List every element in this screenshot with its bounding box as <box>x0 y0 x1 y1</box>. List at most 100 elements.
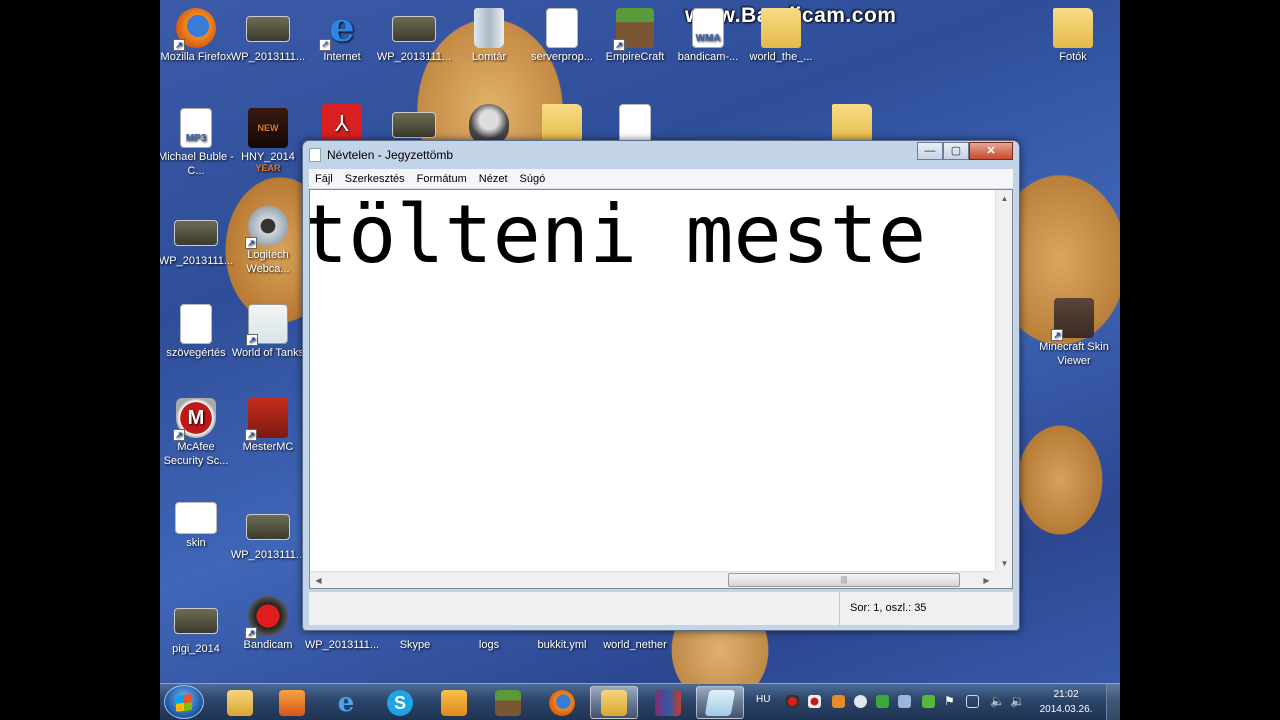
bandicam-icon: ↗ <box>245 596 288 639</box>
desktop-icon-document[interactable]: szövegértés <box>160 304 234 360</box>
desktop-icon-label: skin <box>186 537 206 549</box>
action-center-flag-icon[interactable]: ⚑ <box>944 695 957 708</box>
title-bar[interactable]: Névtelen - Jegyzettömb <box>309 141 929 169</box>
desktop-icon-photo[interactable]: pigi_2014 <box>160 600 234 656</box>
desktop-icon-document[interactable]: serverprop... <box>524 8 600 64</box>
menu-help[interactable]: Súgó <box>514 173 552 185</box>
horizontal-scrollbar[interactable]: ◀ ||| ▶ <box>310 571 995 588</box>
close-button[interactable]: ✕ <box>969 142 1013 160</box>
minimize-button[interactable]: — <box>917 142 943 160</box>
desktop-icon-mp3-file[interactable]: MP3 Michael Buble - C... <box>160 108 234 178</box>
skull-icon <box>469 104 509 144</box>
desktop-icon-photo[interactable]: WP_2013111... <box>376 8 452 64</box>
photo-thumbnail-icon <box>174 220 218 246</box>
horizontal-scroll-thumb[interactable]: ||| <box>728 573 960 587</box>
desktop-icon-label: bandicam-... <box>677 51 739 63</box>
start-button[interactable] <box>164 685 204 719</box>
sync-tray-icon[interactable] <box>876 695 889 708</box>
taskbar: e S HU ⚑ 🔈 🔉 21:02 2014.03.26. <box>160 683 1120 720</box>
winrar-icon <box>655 689 681 716</box>
taskbar-notepad[interactable] <box>696 686 744 719</box>
desktop-icon-logitech-webcam[interactable]: ↗ Logitech Webca... <box>230 206 306 276</box>
volume-icon[interactable]: 🔉 <box>1010 695 1025 708</box>
scroll-down-arrow-icon[interactable]: ▼ <box>996 555 1012 572</box>
volume-muted-icon[interactable]: 🔈 <box>990 695 1005 708</box>
clock[interactable]: 21:02 2014.03.26. <box>1036 687 1096 717</box>
taskbar-bookmark-folder[interactable] <box>590 686 638 719</box>
scroll-right-arrow-icon[interactable]: ▶ <box>978 572 995 588</box>
record-icon[interactable] <box>786 695 799 708</box>
photo-thumbnail-icon <box>174 608 218 634</box>
outlook-icon <box>441 689 467 716</box>
desktop-icon-internet-explorer[interactable]: e ↗ Internet <box>304 8 380 64</box>
mcafee-icon: M ↗ <box>173 398 216 441</box>
recycle-bin-icon <box>474 8 504 48</box>
desktop-icon-skype[interactable]: Skype <box>377 638 453 652</box>
desktop-icon-label: WP_2013111... <box>230 549 306 561</box>
maximize-button[interactable]: ▢ <box>943 142 969 160</box>
app-tray-icon[interactable] <box>832 695 845 708</box>
text-editor[interactable]: tölteni meste ▲ ▼ ◀ ||| ▶ <box>309 189 1013 589</box>
desktop-icon-folder[interactable]: world_the_... <box>743 8 819 64</box>
folder-icon <box>832 104 872 144</box>
shortcut-arrow-icon: ↗ <box>245 237 257 249</box>
shortcut-arrow-icon: ↗ <box>245 429 257 441</box>
desktop-icon-recycle-bin[interactable]: Lomtár <box>451 8 527 64</box>
desktop-icon-minecraft-skin-viewer[interactable]: ↗ Minecraft Skin Viewer <box>1036 298 1112 368</box>
desktop-icon-label: Fotók <box>1059 51 1087 63</box>
show-desktop-button[interactable] <box>1106 684 1120 720</box>
taskbar-media-player[interactable] <box>268 686 316 719</box>
network-device-tray-icon[interactable] <box>898 695 911 708</box>
notepad-window[interactable]: Névtelen - Jegyzettömb — ▢ ✕ Fájl Szerke… <box>302 140 1020 631</box>
image-thumbnail-icon <box>175 502 217 534</box>
webcam-tray-icon[interactable] <box>854 695 867 708</box>
scroll-up-arrow-icon[interactable]: ▲ <box>996 190 1012 207</box>
desktop-icon-world-nether[interactable]: world_nether <box>597 638 673 652</box>
taskbar-skype[interactable]: S <box>376 686 424 719</box>
desktop-icon-photo[interactable]: WP_2013111... <box>230 506 306 562</box>
bandicam-tray-icon[interactable] <box>808 695 821 708</box>
photo-thumbnail-icon <box>246 514 290 540</box>
desktop-icon-mestermc[interactable]: ↗ MesterMC <box>230 398 306 454</box>
desktop-icon-world-of-tanks[interactable]: ↗ World of Tanks <box>230 304 306 360</box>
language-indicator[interactable]: HU <box>756 694 770 705</box>
desktop-icon-label: EmpireCraft <box>605 51 665 63</box>
menu-edit[interactable]: Szerkesztés <box>339 173 411 185</box>
menu-file[interactable]: Fájl <box>309 173 339 185</box>
desktop-icon-bandicam[interactable]: ↗ Bandicam <box>230 596 306 652</box>
security-tray-icon[interactable] <box>922 695 935 708</box>
desktop-icon-skin-image[interactable]: skin <box>160 502 234 550</box>
taskbar-file-explorer[interactable] <box>216 686 264 719</box>
taskbar-outlook[interactable] <box>430 686 478 719</box>
desktop-icon-label: Michael Buble - C... <box>160 151 234 177</box>
window-controls: — ▢ ✕ <box>917 142 1013 160</box>
desktop-icon-mcafee[interactable]: M ↗ McAfee Security Sc... <box>160 398 234 468</box>
menu-format[interactable]: Formátum <box>411 173 473 185</box>
mestermc-icon: ↗ <box>245 398 288 441</box>
taskbar-internet-explorer[interactable]: e <box>322 686 370 719</box>
desktop-icon-photo[interactable]: WP_2013111... <box>160 212 234 268</box>
desktop-icon-wma-file[interactable]: WMA bandicam-... <box>670 8 746 64</box>
taskbar-winrar[interactable] <box>644 686 692 719</box>
scroll-left-arrow-icon[interactable]: ◀ <box>310 572 327 588</box>
skype-icon: S <box>387 689 413 716</box>
desktop-icon-photo[interactable]: WP_2013111... <box>230 8 306 64</box>
taskbar-minecraft[interactable] <box>484 686 532 719</box>
vertical-scrollbar[interactable]: ▲ ▼ <box>995 190 1012 572</box>
menu-view[interactable]: Nézet <box>473 173 514 185</box>
document-icon <box>180 304 212 344</box>
desktop-icon-bukkit-yml[interactable]: bukkit.yml <box>524 638 600 652</box>
network-icon[interactable] <box>966 695 979 708</box>
desktop-icon-label: world_nether <box>603 639 667 651</box>
desktop-icon-logs-folder[interactable]: logs <box>451 638 527 652</box>
folder-icon <box>227 689 253 716</box>
desktop-icon-label: world_the_... <box>749 51 813 63</box>
desktop-icon-label: WP_2013111... <box>376 51 452 63</box>
desktop-icon-photo[interactable]: WP_2013111... <box>304 638 380 652</box>
desktop-icon-image[interactable]: NEW YEARHNY_2014 <box>230 108 306 173</box>
taskbar-firefox[interactable] <box>538 686 586 719</box>
desktop-icon-folder[interactable]: Fotók <box>1035 8 1111 64</box>
folder-icon <box>542 104 582 144</box>
desktop-icon-firefox[interactable]: ↗ Mozilla Firefox <box>160 8 234 64</box>
desktop-icon-empirecraft[interactable]: ↗ EmpireCraft <box>597 8 673 64</box>
